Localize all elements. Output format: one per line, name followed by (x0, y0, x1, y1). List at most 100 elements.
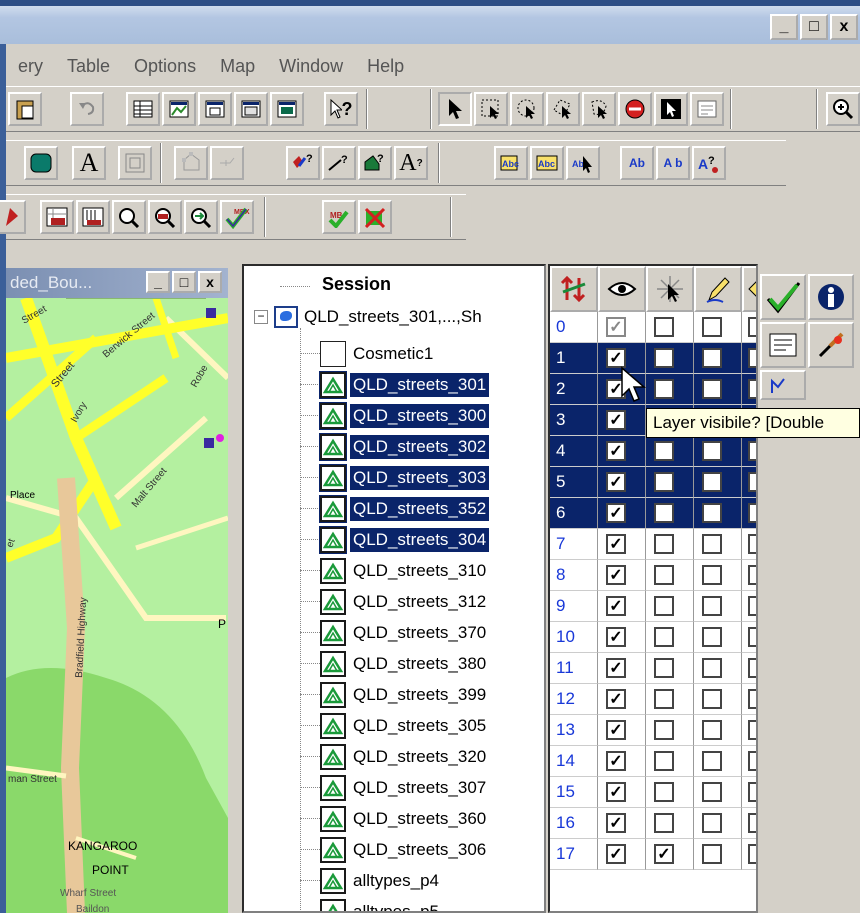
grid-row[interactable]: 5 ✓ (550, 467, 756, 498)
tree-layer-item[interactable]: QLD_streets_307 (300, 772, 544, 803)
add-layer-button[interactable] (760, 370, 806, 400)
map-minimize-button[interactable]: _ (146, 271, 170, 293)
grid-row[interactable]: 10 ✓ (550, 622, 756, 653)
grid-cell-sel[interactable] (646, 436, 694, 467)
tree-layer-item[interactable]: QLD_streets_380 (300, 648, 544, 679)
grid-cell-sel[interactable] (646, 498, 694, 529)
label-checkbox[interactable] (748, 348, 756, 368)
visible-checkbox[interactable]: ✓ (606, 751, 626, 771)
zoom-mbx2-button[interactable] (148, 200, 182, 234)
grid-cell-sel[interactable] (646, 560, 694, 591)
label-checkbox[interactable] (748, 689, 756, 709)
tree-layer-item[interactable]: QLD_streets_304 (300, 524, 544, 555)
polygon-select-button[interactable] (546, 92, 580, 126)
maximize-button[interactable]: □ (800, 14, 828, 40)
editable-checkbox[interactable] (702, 379, 722, 399)
tree-layer-item[interactable]: QLD_streets_352 (300, 493, 544, 524)
grid-cell-lab[interactable] (742, 467, 756, 498)
menu-window[interactable]: Window (267, 52, 355, 82)
tree-layer-item[interactable]: QLD_streets_301 (300, 369, 544, 400)
grid-cell-sel[interactable] (646, 715, 694, 746)
selectable-checkbox[interactable] (654, 472, 674, 492)
selectable-column-header[interactable] (646, 266, 694, 312)
label-checkbox[interactable] (748, 658, 756, 678)
grid-row[interactable]: 15 ✓ (550, 777, 756, 808)
tree-layer-item[interactable]: QLD_streets_312 (300, 586, 544, 617)
help-cursor-button[interactable]: ? (324, 92, 358, 126)
grid-cell-lab[interactable] (742, 560, 756, 591)
grid-row[interactable]: 4 ✓ (550, 436, 756, 467)
menu-help[interactable]: Help (355, 52, 416, 82)
editable-checkbox[interactable] (702, 689, 722, 709)
menu-map[interactable]: Map (208, 52, 267, 82)
grid-cell-vis[interactable]: ✓ (598, 839, 646, 870)
frame-tool-button[interactable] (118, 146, 152, 180)
grid-cell-vis[interactable]: ✓ (598, 653, 646, 684)
selectable-checkbox[interactable] (654, 348, 674, 368)
new-mapper-button[interactable] (162, 92, 196, 126)
zoom-mbx-button[interactable] (112, 200, 146, 234)
label-spaced-button[interactable]: A b (656, 146, 690, 180)
map-close-button[interactable]: x (198, 271, 222, 293)
grid-cell-lab[interactable] (742, 343, 756, 374)
grid-cell-lab[interactable] (742, 622, 756, 653)
label-tool-button[interactable]: Abc (494, 146, 528, 180)
reshape-button[interactable] (174, 146, 208, 180)
selectable-checkbox[interactable] (654, 627, 674, 647)
visible-checkbox[interactable]: ✓ (606, 472, 626, 492)
minimize-button[interactable]: _ (770, 14, 798, 40)
grid-row[interactable]: 2 ✓ (550, 374, 756, 405)
tree-layer-item[interactable]: QLD_streets_370 (300, 617, 544, 648)
grid-cell-vis[interactable]: ✓ (598, 529, 646, 560)
selectable-checkbox[interactable]: ✓ (654, 844, 674, 864)
visible-checkbox[interactable]: ✓ (606, 782, 626, 802)
grid-cell-lab[interactable] (742, 684, 756, 715)
label-checkbox[interactable] (748, 813, 756, 833)
grid-cell-lab[interactable] (742, 808, 756, 839)
grid-cell-edit[interactable] (694, 498, 742, 529)
grid-cell-vis[interactable]: ✓ (598, 808, 646, 839)
menu-query[interactable]: ery (6, 52, 55, 82)
grid-cell-edit[interactable] (694, 591, 742, 622)
label-checkbox[interactable] (748, 317, 756, 337)
apply-button[interactable] (760, 274, 806, 320)
label-checkbox[interactable] (748, 782, 756, 802)
new-grapher-button[interactable] (198, 92, 232, 126)
grid-cell-sel[interactable] (646, 684, 694, 715)
selectable-checkbox[interactable] (654, 534, 674, 554)
auto-label-button[interactable]: Abc (530, 146, 564, 180)
grid-cell-vis[interactable]: ✓ (598, 622, 646, 653)
tree-layer-item[interactable]: Cosmetic1 (300, 338, 544, 369)
rounded-rect-button[interactable] (24, 146, 58, 180)
selectable-checkbox[interactable] (654, 317, 674, 337)
tree-layer-item[interactable]: QLD_streets_302 (300, 431, 544, 462)
selectable-checkbox[interactable] (654, 720, 674, 740)
grid-cell-vis[interactable]: ✓ (598, 560, 646, 591)
editable-checkbox[interactable] (702, 503, 722, 523)
info-button[interactable] (808, 274, 854, 320)
grid-cell-vis[interactable]: ✓ (598, 498, 646, 529)
tree-root-map[interactable]: − QLD_streets_301,...,Sh (254, 306, 482, 328)
grid-cell-edit[interactable] (694, 746, 742, 777)
invert-selection-button[interactable] (654, 92, 688, 126)
menu-table[interactable]: Table (55, 52, 122, 82)
tree-layer-item[interactable]: QLD_streets_303 (300, 462, 544, 493)
zoom-in-button[interactable] (826, 92, 860, 126)
visible-checkbox[interactable]: ✓ (606, 627, 626, 647)
label-checkbox[interactable] (748, 441, 756, 461)
selectable-checkbox[interactable] (654, 596, 674, 616)
grid-row[interactable]: 11 ✓ (550, 653, 756, 684)
selectable-checkbox[interactable] (654, 689, 674, 709)
tree-layer-item[interactable]: QLD_streets_306 (300, 834, 544, 865)
grid-cell-edit[interactable] (694, 808, 742, 839)
grid-cell-sel[interactable] (646, 777, 694, 808)
grid-cell-sel[interactable] (646, 467, 694, 498)
grid-row[interactable]: 9 ✓ (550, 591, 756, 622)
selectable-checkbox[interactable] (654, 658, 674, 678)
grid-cell-lab[interactable] (742, 529, 756, 560)
visible-checkbox[interactable]: ✓ (606, 720, 626, 740)
new-browser-button[interactable] (126, 92, 160, 126)
grid-cell-lab[interactable] (742, 374, 756, 405)
grid-row[interactable]: 7 ✓ (550, 529, 756, 560)
editable-checkbox[interactable] (702, 472, 722, 492)
